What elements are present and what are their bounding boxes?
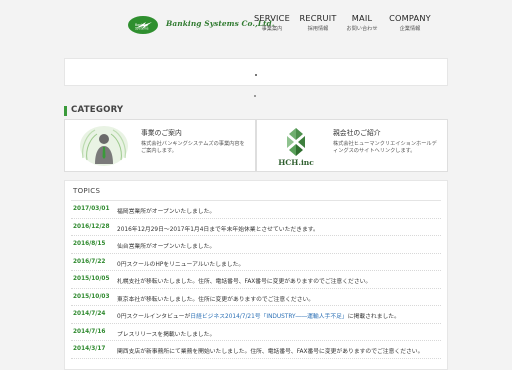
news-date: 2014/7/16: [73, 328, 106, 335]
card-parent-desc: 株式会社ヒューマンクリエイションホールディングスのサイトへリンクします。: [333, 141, 437, 155]
news-text: 0円スクールインタビューが日経ビジネス2014/7/21号「INDUSTRY――…: [117, 311, 400, 320]
nav-mail-label: MAIL: [351, 13, 373, 23]
news-item: 2017/03/01 福岡営業所がオープンいたしました。: [71, 201, 441, 219]
nav-company-label: COMPANY: [389, 13, 431, 23]
nav-service-sub: 事業案内: [261, 26, 283, 32]
news-text: プレスリリースを掲載いたしました。: [117, 331, 216, 338]
nav-recruit-sub: 採用情報: [307, 26, 329, 32]
news-article-link[interactable]: 日経ビジネス2014/7/21号「INDUSTRY――運輸人手不足」: [190, 314, 347, 320]
news-list: 2017/03/01 福岡営業所がオープンいたしました。 2016/12/28 …: [65, 201, 447, 359]
news-date: 2014/7/24: [73, 311, 106, 317]
news-item: 2015/10/03 東京本社が移転いたしました。住所に変更がありますのでご注意…: [71, 289, 441, 306]
news-text: 札幌支社が移転いたしました。住所、電話番号、FAX番号に変更がありますのでご注意…: [117, 279, 372, 285]
banner-indicator-dot[interactable]: [255, 74, 257, 76]
site-logo[interactable]: Banking Systems Banking Systems Co.,Ltd.: [126, 14, 274, 38]
nav-recruit[interactable]: RECRUIT 採用情報: [298, 13, 338, 35]
news-text: 2016年12月29日〜2017年1月4日まで年末年始休業とさせていただきます。: [117, 226, 319, 233]
news-date: 2016/12/28: [73, 223, 110, 230]
news-text-before: 0円スクールインタビューが: [117, 314, 191, 320]
news-date: 2017/03/01: [73, 206, 110, 212]
card-business-info[interactable]: 事業のご案内 株式会社バンキングシステムズの事業内容をご案内します。: [64, 119, 256, 172]
nav-company[interactable]: COMPANY 企業情報: [388, 13, 432, 35]
news-date: 2016/8/15: [73, 241, 106, 247]
topics-title: TOPICS: [73, 187, 101, 195]
news-item: 2014/3/17 関西支店が新事務所にて業務を開始いたしました。住所、電話番号…: [71, 341, 441, 359]
hch-logo-icon: HCH.inc: [278, 128, 314, 167]
nav-company-sub: 企業情報: [399, 26, 421, 32]
news-item: 2014/7/16 プレスリリースを掲載いたしました。: [71, 324, 441, 341]
news-date: 2014/3/17: [73, 346, 106, 352]
hch-logo-text: HCH.inc: [278, 158, 314, 167]
news-item: 2015/10/05 札幌支社が移転いたしました。住所、電話番号、FAX番号に変…: [71, 271, 441, 289]
news-date: 2015/10/05: [73, 276, 110, 282]
card-parent-company[interactable]: HCH.inc 親会社のご紹介 株式会社ヒューマンクリエイションホールディングス…: [256, 119, 448, 172]
news-text-after: に掲載されました。: [347, 314, 400, 320]
news-item: 2016/7/22 0円スクールのHPをリニューアルいたしました。: [71, 254, 441, 271]
news-item: 2014/7/24 0円スクールインタビューが日経ビジネス2014/7/21号「…: [71, 306, 441, 324]
nav-mail[interactable]: MAIL お問い合わせ: [342, 13, 382, 35]
news-item: 2016/12/28 2016年12月29日〜2017年1月4日まで年末年始休業…: [71, 219, 441, 236]
site-header: Banking Systems Banking Systems Co.,Ltd.…: [0, 0, 512, 46]
card-parent-title: 親会社のご紹介: [333, 129, 381, 137]
news-text: 仙台営業所がオープンいたしました。: [117, 244, 216, 250]
news-text: 東京本社が移転いたしました。住所に変更がありますのでご注意ください。: [117, 296, 315, 303]
card-business-title: 事業のご案内: [141, 129, 182, 137]
news-date: 2016/7/22: [73, 258, 106, 265]
news-text: 0円スクールのHPをリニューアルいたしました。: [117, 261, 245, 268]
news-item: 2016/8/15 仙台営業所がオープンいたしました。: [71, 236, 441, 254]
category-accent-bar: [64, 106, 67, 116]
news-text: 福岡営業所がオープンいたしました。: [117, 209, 216, 215]
bolt-logo-icon: Banking Systems: [128, 16, 158, 34]
hero-banner: [64, 58, 448, 86]
news-text: 関西支店が新事務所にて業務を開始いたしました。住所、電話番号、FAX番号に変更が…: [117, 349, 424, 355]
divider-dot: [254, 95, 256, 97]
nav-mail-sub: お問い合わせ: [346, 26, 378, 32]
svg-text:Systems: Systems: [135, 27, 149, 31]
nav-service-label: SERVICE: [254, 13, 290, 23]
nav-service[interactable]: SERVICE 事業案内: [252, 13, 292, 35]
nav-recruit-label: RECRUIT: [299, 13, 337, 23]
card-business-desc: 株式会社バンキングシステムズの事業内容をご案内します。: [141, 141, 245, 155]
news-date: 2015/10/03: [73, 293, 110, 300]
category-title: CATEGORY: [71, 105, 124, 115]
topics-panel: TOPICS 2017/03/01 福岡営業所がオープンいたしました。 2016…: [64, 180, 448, 370]
person-in-shell-icon: [80, 126, 128, 166]
